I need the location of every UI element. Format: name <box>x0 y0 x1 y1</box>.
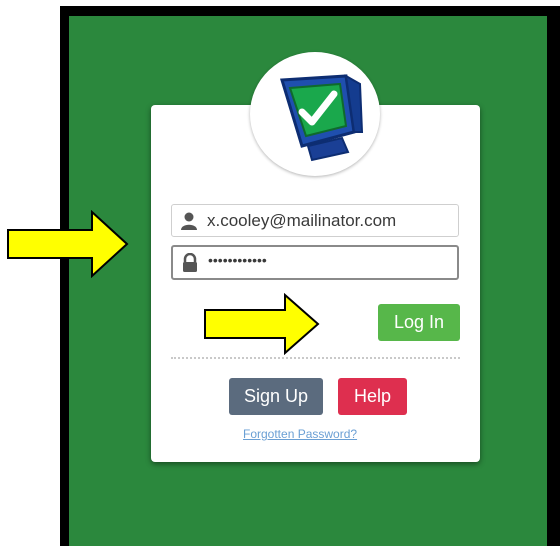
lock-icon <box>183 253 197 272</box>
signup-button[interactable]: Sign Up <box>229 378 323 415</box>
yellow-arrow-icon <box>204 293 320 355</box>
logo-badge <box>250 52 380 176</box>
help-button[interactable]: Help <box>338 378 407 415</box>
email-field[interactable]: x.cooley@mailinator.com <box>171 204 459 237</box>
password-value: •••••••••••• <box>208 252 267 268</box>
forgotten-password-link[interactable]: Forgotten Password? <box>243 427 357 441</box>
user-icon <box>181 212 197 230</box>
divider <box>171 357 460 359</box>
login-button[interactable]: Log In <box>378 304 460 341</box>
monitor-checkmark-logo-icon <box>280 74 364 162</box>
email-value: x.cooley@mailinator.com <box>207 211 397 230</box>
yellow-arrow-icon <box>7 210 129 278</box>
password-field[interactable]: •••••••••••• <box>171 245 459 280</box>
